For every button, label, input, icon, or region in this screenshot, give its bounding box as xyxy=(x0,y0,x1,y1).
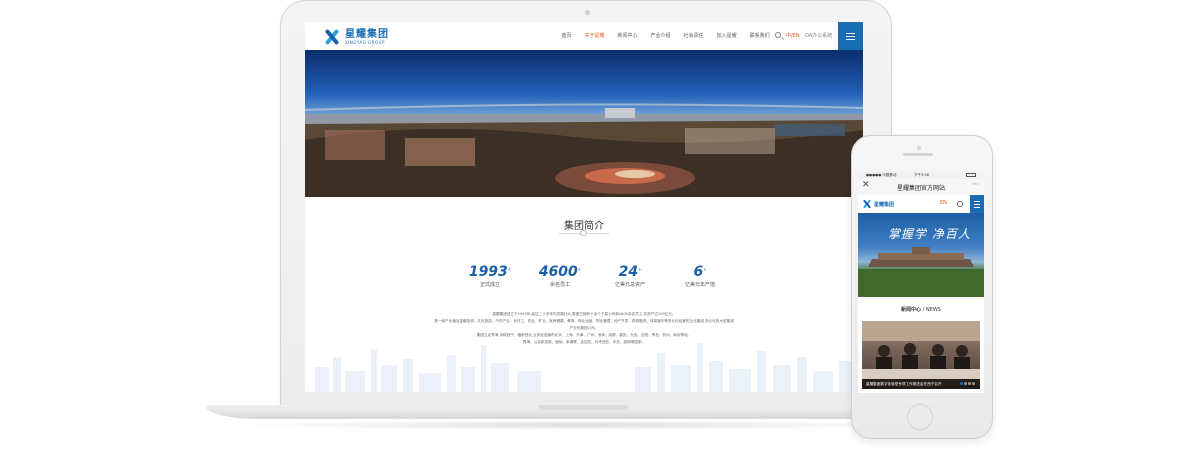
stat-label: 亿美元总资产 xyxy=(614,282,645,288)
phone-speaker xyxy=(903,153,933,156)
wechat-page-title: 星耀集团官方网站 xyxy=(896,185,945,192)
stat-founded: 1993+ 正式成立 xyxy=(455,264,525,288)
mobile-header: 星耀集团 EN xyxy=(858,195,984,214)
laptop-camera xyxy=(585,10,590,15)
mobile-menu-button[interactable] xyxy=(970,195,984,213)
nav-about[interactable]: 关于星耀 xyxy=(578,22,611,50)
main-nav: 首页 关于星耀 新闻中心 产业介绍 社会责任 加入星耀 联系我们 xyxy=(555,22,776,50)
laptop-shadow xyxy=(230,420,930,430)
banner-calligraphy: 掌握学 净百人 xyxy=(888,227,971,241)
nav-home[interactable]: 首页 xyxy=(555,22,578,50)
mobile-website: ●●●●● 中国移动 下午3:56 ✕ 星耀集团官方网站 ⋯ 星耀集团 EN 掌… xyxy=(858,171,984,393)
language-switch[interactable]: 中/EN xyxy=(786,22,800,50)
intro-line: 星耀集团创立于1993年,经过二十多年的发展壮大,集团已拥有十余个下属公司和46… xyxy=(492,312,676,316)
nav-join[interactable]: 加入星耀 xyxy=(710,22,743,50)
stat-assets: 24+ 亿美元总资产 xyxy=(595,264,665,288)
news-title-en: / NEWS xyxy=(922,307,941,313)
carrier-label: ●●●●● 中国移动 xyxy=(866,173,897,177)
stat-value: 24 xyxy=(618,264,639,280)
mobile-banner[interactable]: 掌握学 净百人 xyxy=(858,213,984,297)
mobile-logo-text: 星耀集团 xyxy=(874,201,895,208)
stats-row: 1993+ 正式成立 4600+ 余名员工 24+ 亿美元总资产 6+ 亿美元年… xyxy=(455,264,735,288)
search-icon[interactable] xyxy=(957,201,963,207)
hero-banner xyxy=(305,50,863,197)
phone-home-button xyxy=(907,404,933,430)
phone-camera xyxy=(917,146,921,150)
logo-mark-icon xyxy=(862,199,872,209)
mobile-logo[interactable]: 星耀集团 xyxy=(862,199,894,209)
search-icon[interactable] xyxy=(775,32,781,38)
stat-label: 正式成立 xyxy=(479,282,500,288)
stat-label: 余名员工 xyxy=(549,282,570,288)
oa-link[interactable]: OA办公系统 xyxy=(805,22,832,50)
nav-responsibility[interactable]: 社会责任 xyxy=(677,22,710,50)
stat-output: 6+ 亿美元年产值 xyxy=(665,264,735,288)
site-logo[interactable]: 星耀集团 XINGYAO GROUP xyxy=(322,27,389,47)
menu-button[interactable] xyxy=(838,22,863,50)
desktop-website: 星耀集团 XINGYAO GROUP 首页 关于星耀 新闻中心 产业介绍 社会责… xyxy=(305,22,863,392)
stat-value: 6 xyxy=(693,264,704,280)
nav-contact[interactable]: 联系我们 xyxy=(743,22,776,50)
stat-value: 1993 xyxy=(468,264,508,280)
battery-icon xyxy=(966,173,976,177)
news-card[interactable]: 星耀集团数字化转型专项工作推进会在西宁召开 xyxy=(862,321,980,389)
stat-employees: 4600+ 余名员工 xyxy=(525,264,595,288)
status-bar: ●●●●● 中国移动 下午3:56 xyxy=(858,171,984,179)
intro-line: 产业化集团公司。 xyxy=(569,326,599,330)
stat-label: 亿美元年产值 xyxy=(684,282,715,288)
logo-text-cn: 星耀集团 xyxy=(345,29,389,40)
logo-mark-icon xyxy=(322,28,342,46)
logo-text-en: XINGYAO GROUP xyxy=(345,40,385,45)
status-time: 下午3:56 xyxy=(914,173,929,177)
news-title-cn: 新闻中心 xyxy=(901,307,922,313)
mobile-language-switch[interactable]: EN xyxy=(940,200,947,206)
laptop-notch xyxy=(538,405,628,410)
title-divider-ornament-icon xyxy=(580,230,587,236)
more-icon[interactable]: ⋯ xyxy=(972,180,979,188)
nav-industry[interactable]: 产业介绍 xyxy=(644,22,677,50)
nav-news[interactable]: 新闻中心 xyxy=(611,22,644,50)
stat-value: 4600 xyxy=(538,264,578,280)
hero-city-image xyxy=(305,103,863,197)
wechat-title-bar: ✕ 星耀集团官方网站 ⋯ xyxy=(858,179,984,196)
site-header: 星耀集团 XINGYAO GROUP 首页 关于星耀 新闻中心 产业介绍 社会责… xyxy=(305,22,863,51)
news-section-title: 新闻中心 / NEWS xyxy=(858,306,984,313)
skyline-background xyxy=(315,343,851,392)
intro-line: 是一家产业遍及金融投资、文化旅游、汽车产业、化纤工、农业、矿业、医养健康、教育、… xyxy=(434,319,734,323)
news-pagination[interactable] xyxy=(960,382,975,385)
